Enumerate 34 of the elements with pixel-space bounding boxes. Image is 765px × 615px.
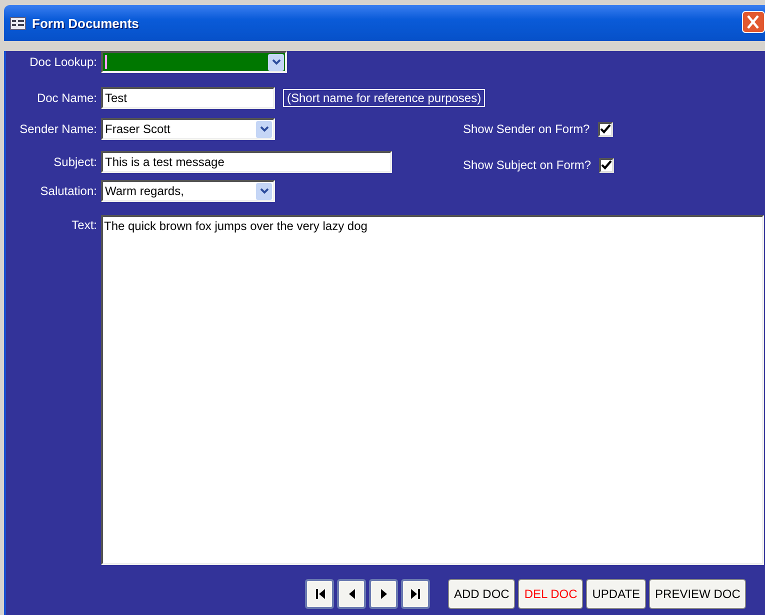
combo-box[interactable]	[101, 51, 287, 73]
dropdown-button[interactable]	[256, 120, 272, 138]
delete-button[interactable]: DEL DOC	[518, 579, 584, 609]
field-label: Salutation:	[39, 184, 98, 198]
combo-box[interactable]: Warm regards,	[101, 180, 275, 202]
window-title: Form Documents	[32, 16, 139, 30]
checkbox[interactable]	[599, 158, 614, 172]
option-label: Show Sender on Form?	[463, 122, 590, 136]
dropdown-button[interactable]	[268, 54, 284, 70]
first-record-button[interactable]	[305, 579, 334, 609]
input-field[interactable]: This is a test message	[101, 151, 392, 173]
hint-text: (Short name for reference purposes)	[283, 89, 486, 107]
previous-record-button[interactable]	[337, 579, 366, 609]
text-area[interactable]: The quick brown fox jumps over the very lazy dog	[101, 215, 764, 565]
next-record-button[interactable]	[369, 579, 398, 609]
combo-box[interactable]: Fraser Scott	[101, 118, 275, 140]
chevron-icon	[272, 59, 280, 65]
field-label: Doc Name:	[36, 91, 98, 105]
input-field[interactable]: Test	[101, 87, 275, 109]
action-button[interactable]: ADD DOC	[448, 579, 516, 609]
form-icon	[10, 16, 26, 30]
close-icon[interactable]	[742, 11, 765, 33]
option-label: Show Subject on Form?	[463, 158, 592, 172]
chevron-icon	[260, 188, 268, 194]
checkbox[interactable]	[598, 122, 613, 136]
field-label: Doc Lookup:	[28, 55, 98, 69]
field-label: Sender Name:	[18, 122, 98, 136]
last-record-button[interactable]	[401, 579, 430, 609]
action-button[interactable]: PREVIEW DOC	[649, 579, 746, 609]
action-button[interactable]: UPDATE	[586, 579, 646, 609]
field-label: Text:	[70, 217, 98, 232]
chevron-icon	[260, 126, 268, 132]
field-label: Subject:	[52, 155, 98, 169]
dropdown-button[interactable]	[256, 182, 272, 200]
